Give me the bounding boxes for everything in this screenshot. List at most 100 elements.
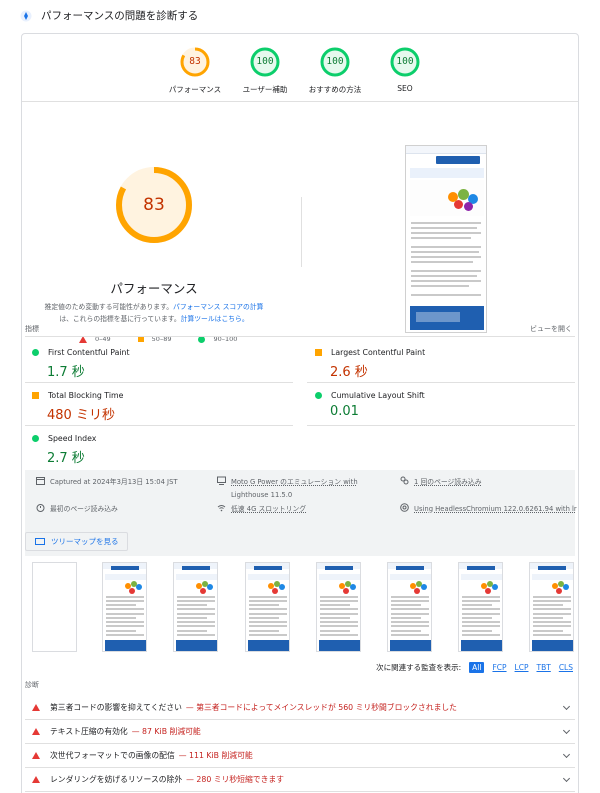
env-browser-text[interactable]: Using HeadlessChromium 122.0.6261.94 wit… xyxy=(414,503,577,516)
divider xyxy=(301,197,302,267)
env-initial: 最初のページ読み込み xyxy=(36,503,118,516)
diagnostic-title: 次世代フォーマットでの画像の配信 xyxy=(50,751,175,760)
gauge-performance-value: 83 xyxy=(189,56,201,67)
metrics-heading: 指標 xyxy=(25,325,39,333)
gauge-seo[interactable]: 100 SEO xyxy=(360,47,450,93)
gauge-seo-label: SEO xyxy=(397,84,413,93)
audit-filter-bar: 次に関連する監査を表示: All FCP LCP TBT CLS xyxy=(376,662,573,673)
filter-tbt[interactable]: TBT xyxy=(537,663,551,672)
fail-triangle-icon xyxy=(32,728,40,735)
performance-description: 推定値のため変動する可能性があります。パフォーマンス スコアの計算は、これらの指… xyxy=(37,301,271,325)
lighthouse-icon xyxy=(20,10,32,22)
score-calc-link[interactable]: パフォーマンス スコアの計算 xyxy=(173,303,263,311)
filmstrip-frame xyxy=(173,562,218,652)
metric-si: Speed Index 2.7 秒 xyxy=(32,434,292,466)
metric-cls: Cumulative Layout Shift 0.01 xyxy=(315,391,575,419)
average-square-icon xyxy=(315,349,322,356)
metric-fcp-label: First Contentful Paint xyxy=(48,348,130,357)
wifi-icon xyxy=(217,505,226,512)
env-throttle-text[interactable]: 低速 4G スロットリング xyxy=(231,503,306,516)
diagnostic-item[interactable]: 第三者コードの影響を抑えてください — 第三者コードによってメインスレッドが 5… xyxy=(25,696,575,720)
device-icon xyxy=(217,476,226,485)
treemap-icon xyxy=(35,538,45,545)
env-captured: Captured at 2024年3月13日 15:04 JST xyxy=(36,476,178,489)
env-device-line1[interactable]: Moto G Power のエミュレーション with xyxy=(231,478,358,486)
metric-tbt-label: Total Blocking Time xyxy=(48,391,124,400)
env-captured-text: Captured at 2024年3月13日 15:04 JST xyxy=(50,478,178,486)
gauge-best-practices-value: 100 xyxy=(326,56,344,67)
filmstrip-frame xyxy=(102,562,147,652)
metric-lcp-label: Largest Contentful Paint xyxy=(331,348,426,357)
view-treemap-label: ツリーマップを見る xyxy=(51,537,119,546)
chevron-down-icon[interactable] xyxy=(562,750,571,759)
diagnostic-item[interactable]: テキスト圧縮の有効化 — 87 KiB 削減可能 xyxy=(25,720,575,744)
calculator-link[interactable]: 計算ツールはこちら。 xyxy=(181,315,249,323)
metric-cls-label: Cumulative Layout Shift xyxy=(331,391,425,400)
expand-view-toggle[interactable]: ビューを開く xyxy=(530,324,572,334)
metric-lcp: Largest Contentful Paint 2.6 秒 xyxy=(315,348,575,380)
filter-cls[interactable]: CLS xyxy=(559,663,573,672)
chevron-down-icon[interactable] xyxy=(562,774,571,783)
diagnostic-detail: — 280 ミリ秒短縮できます xyxy=(186,775,284,784)
chevron-down-icon[interactable] xyxy=(562,726,571,735)
divider xyxy=(25,382,293,383)
divider xyxy=(307,425,575,426)
diagnostic-title: レンダリングを妨げるリソースの除外 xyxy=(50,775,183,784)
metric-lcp-value: 2.6 秒 xyxy=(330,365,368,380)
report-card: 83 パフォーマンス 100 ユーザー補助 100 おすすめの方法 100 SE… xyxy=(21,33,579,793)
performance-big-gauge: 83 xyxy=(114,165,194,245)
pass-circle-icon xyxy=(32,435,39,442)
env-device-line2: Lighthouse 11.5.0 xyxy=(231,491,293,499)
score-gauges: 83 パフォーマンス 100 ユーザー補助 100 おすすめの方法 100 SE… xyxy=(22,34,578,102)
env-initial-text: 最初のページ読み込み xyxy=(50,505,118,513)
chevron-down-icon[interactable] xyxy=(562,702,571,711)
final-screenshot[interactable] xyxy=(405,145,487,333)
metric-tbt-value: 480 ミリ秒 xyxy=(47,408,115,423)
env-throttle: 低速 4G スロットリング xyxy=(217,503,306,516)
session-icon xyxy=(400,476,409,485)
env-session-text[interactable]: 1 回のページ読み込み xyxy=(414,476,482,489)
performance-big-value: 83 xyxy=(143,195,165,215)
performance-desc-prefix: 推定値のため変動する可能性があります。 xyxy=(44,303,174,311)
filmstrip-frame xyxy=(529,562,574,652)
diagnostic-item[interactable]: レンダリングを妨げるリソースの除外 — 280 ミリ秒短縮できます xyxy=(25,768,575,792)
metric-fcp: First Contentful Paint 1.7 秒 xyxy=(32,348,292,380)
pass-circle-icon xyxy=(32,349,39,356)
performance-desc-middle: は、これらの指標を基に行っています。 xyxy=(59,315,181,323)
page-header: パフォーマンスの問題を診断する xyxy=(0,0,600,30)
env-browser: Using HeadlessChromium 122.0.6261.94 wit… xyxy=(400,503,577,516)
fail-triangle-icon xyxy=(32,752,40,759)
diagnostic-title: 第三者コードの影響を抑えてください xyxy=(50,703,182,712)
metric-cls-value: 0.01 xyxy=(330,404,359,419)
filmstrip-frame xyxy=(32,562,77,652)
diagnostic-title: テキスト圧縮の有効化 xyxy=(50,727,128,736)
fail-triangle-icon xyxy=(32,704,40,711)
divider xyxy=(307,382,575,383)
divider xyxy=(25,336,575,337)
filter-all[interactable]: All xyxy=(469,662,485,673)
filmstrip-frame xyxy=(458,562,503,652)
diagnostic-detail: — 87 KiB 削減可能 xyxy=(131,727,201,736)
diagnostics-heading: 診断 xyxy=(25,681,39,689)
diagnostic-item[interactable]: 次世代フォーマットでの画像の配信 — 111 KiB 削減可能 xyxy=(25,744,575,768)
env-device: Moto G Power のエミュレーション with Lighthouse 11… xyxy=(217,476,358,502)
average-square-icon xyxy=(32,392,39,399)
audit-filter-label: 次に関連する監査を表示: xyxy=(376,663,462,672)
page-title: パフォーマンスの問題を診断する xyxy=(41,10,199,22)
chrome-icon xyxy=(400,503,409,512)
filmstrip-frame xyxy=(316,562,361,652)
diagnostic-detail: — 第三者コードによってメインスレッドが 560 ミリ秒間ブロックされました xyxy=(185,703,457,712)
env-session: 1 回のページ読み込み xyxy=(400,476,482,489)
filmstrip-frame xyxy=(245,562,290,652)
timer-icon xyxy=(36,504,45,512)
filter-fcp[interactable]: FCP xyxy=(492,663,506,672)
metric-si-value: 2.7 秒 xyxy=(47,451,85,466)
filmstrip-frame xyxy=(387,562,432,652)
metric-si-label: Speed Index xyxy=(48,434,97,443)
pass-circle-icon xyxy=(315,392,322,399)
divider xyxy=(25,425,293,426)
filter-lcp[interactable]: LCP xyxy=(515,663,529,672)
metric-fcp-value: 1.7 秒 xyxy=(47,365,85,380)
view-treemap-button[interactable]: ツリーマップを見る xyxy=(25,532,128,551)
gauge-seo-value: 100 xyxy=(396,56,414,67)
